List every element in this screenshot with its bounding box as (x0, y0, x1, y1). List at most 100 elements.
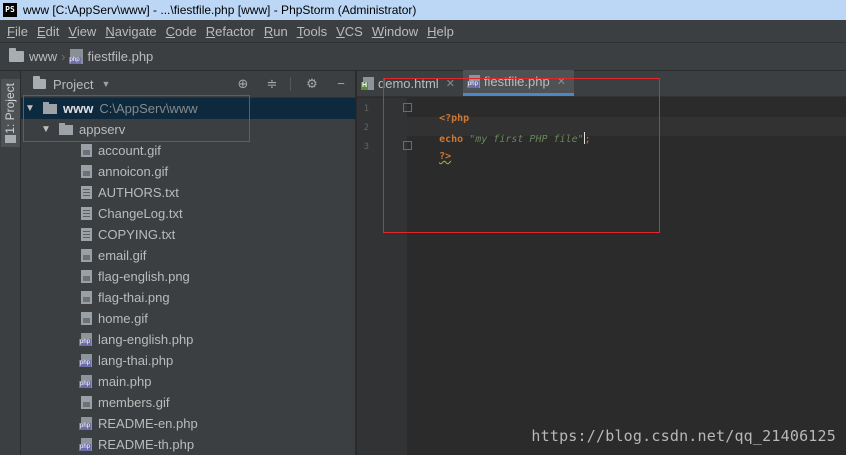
window-title: www [C:\AppServ\www] - ...\fiestfile.php… (23, 3, 417, 17)
menu-mnemonic: V (68, 23, 77, 39)
menu-label: indow (384, 23, 419, 39)
php-file-icon (79, 438, 92, 451)
image-file-icon (81, 291, 92, 304)
file-row[interactable]: COPYING.txt (21, 224, 356, 245)
php-file-icon (79, 354, 92, 367)
gear-icon[interactable]: ⚙ (304, 76, 320, 92)
file-row[interactable]: README-th.php (21, 434, 356, 455)
php-file-icon (79, 375, 92, 388)
watermark: https://blog.csdn.net/qq_21406125 (531, 427, 836, 445)
file-name: README-th.php (98, 437, 195, 452)
menu-bar: File Edit View Navigate Code Refactor Run Tools… (0, 20, 846, 42)
target-icon[interactable]: ⊕ (235, 76, 251, 92)
file-row[interactable]: lang-english.php (21, 329, 356, 350)
php-file-icon (68, 49, 83, 64)
file-row[interactable]: account.gif (21, 140, 356, 161)
folder-icon (5, 135, 16, 143)
project-panel-header: Project ▼ ⊕ ≑ ⚙ − (21, 71, 355, 98)
window-title-bar: PS www [C:\AppServ\www] - ...\fiestfile.… (0, 0, 846, 20)
file-row[interactable]: members.gif (21, 392, 356, 413)
menu-mnemonic: R (205, 23, 216, 39)
menu-label: ode (175, 23, 197, 39)
image-file-icon (81, 144, 92, 157)
php-file-icon (79, 417, 92, 430)
image-file-icon (81, 270, 92, 283)
file-row[interactable]: ChangeLog.txt (21, 203, 356, 224)
menu-item[interactable]: Code (166, 24, 197, 39)
menu-mnemonic: N (105, 23, 115, 39)
collapse-all-icon[interactable]: ≑ (264, 76, 280, 92)
menu-item[interactable]: Refactor (206, 24, 255, 39)
menu-mnemonic: F (7, 23, 15, 39)
annotation-box-editor (383, 78, 660, 233)
file-name: lang-english.php (98, 332, 194, 347)
line-number: 1 (363, 104, 369, 114)
navigation-bar: www › fiestfile.php (0, 42, 846, 71)
menu-item[interactable]: Help (427, 24, 454, 39)
menu-item[interactable]: Edit (37, 24, 59, 39)
file-row[interactable]: flag-english.png (21, 266, 356, 287)
file-name: flag-thai.png (98, 290, 170, 305)
project-tool-tab-label: 1: Project (3, 83, 17, 134)
menu-mnemonic: W (371, 23, 385, 39)
line-number: 3 (363, 142, 369, 152)
menu-item[interactable]: Run (264, 24, 288, 39)
menu-item[interactable]: File (7, 24, 28, 39)
menu-item[interactable]: VCS (336, 24, 363, 39)
line-number: 2 (363, 123, 369, 133)
file-name: account.gif (98, 143, 161, 158)
menu-mnemonic: C (165, 23, 176, 39)
menu-item[interactable]: Navigate (105, 24, 156, 39)
image-file-icon (81, 312, 92, 325)
file-row[interactable]: email.gif (21, 245, 356, 266)
menu-label: ile (14, 23, 28, 39)
text-file-icon (81, 207, 92, 220)
file-name: members.gif (98, 395, 170, 410)
menu-label: ools (303, 23, 328, 39)
menu-label: dit (45, 23, 60, 39)
tool-window-stripe: 1: Project (0, 71, 21, 455)
file-name: lang-thai.php (98, 353, 174, 368)
breadcrumb-file[interactable]: fiestfile.php (88, 49, 154, 64)
php-file-icon (79, 333, 92, 346)
html-file-icon (361, 76, 374, 90)
menu-item[interactable]: Window (372, 24, 418, 39)
file-name: COPYING.txt (98, 227, 176, 242)
file-name: flag-english.png (98, 269, 190, 284)
hide-panel-icon[interactable]: − (333, 76, 349, 92)
menu-mnemonic: R (263, 23, 274, 39)
text-file-icon (81, 186, 92, 199)
file-row[interactable]: AUTHORS.txt (21, 182, 356, 203)
menu-item[interactable]: View (68, 24, 96, 39)
file-name: AUTHORS.txt (98, 185, 179, 200)
menu-mnemonic: E (36, 23, 46, 39)
annotation-box-project (23, 95, 250, 142)
project-view-selector[interactable]: Project (53, 77, 93, 92)
image-file-icon (81, 249, 92, 262)
file-row[interactable]: README-en.php (21, 413, 356, 434)
menu-label: elp (436, 23, 454, 39)
file-name: README-en.php (98, 416, 198, 431)
file-row[interactable]: main.php (21, 371, 356, 392)
file-row[interactable]: annoicon.gif (21, 161, 356, 182)
chevron-down-icon[interactable]: ▼ (101, 79, 110, 89)
text-file-icon (81, 228, 92, 241)
breadcrumb-separator-icon: › (61, 49, 66, 64)
file-name: home.gif (98, 311, 148, 326)
breadcrumb-root[interactable]: www (29, 49, 57, 64)
file-name: annoicon.gif (98, 164, 169, 179)
file-name: main.php (98, 374, 152, 389)
menu-label: CS (344, 23, 363, 39)
menu-item[interactable]: Tools (297, 24, 327, 39)
menu-mnemonic: V (336, 23, 345, 39)
file-name: ChangeLog.txt (98, 206, 183, 221)
phpstorm-app-icon: PS (3, 3, 17, 17)
file-row[interactable]: lang-thai.php (21, 350, 356, 371)
folder-icon (9, 48, 24, 62)
image-file-icon (81, 165, 92, 178)
toolbar-divider (290, 77, 291, 91)
menu-label: avigate (114, 23, 157, 39)
menu-label: iew (76, 23, 97, 39)
file-row[interactable]: flag-thai.png (21, 287, 356, 308)
file-row[interactable]: home.gif (21, 308, 356, 329)
